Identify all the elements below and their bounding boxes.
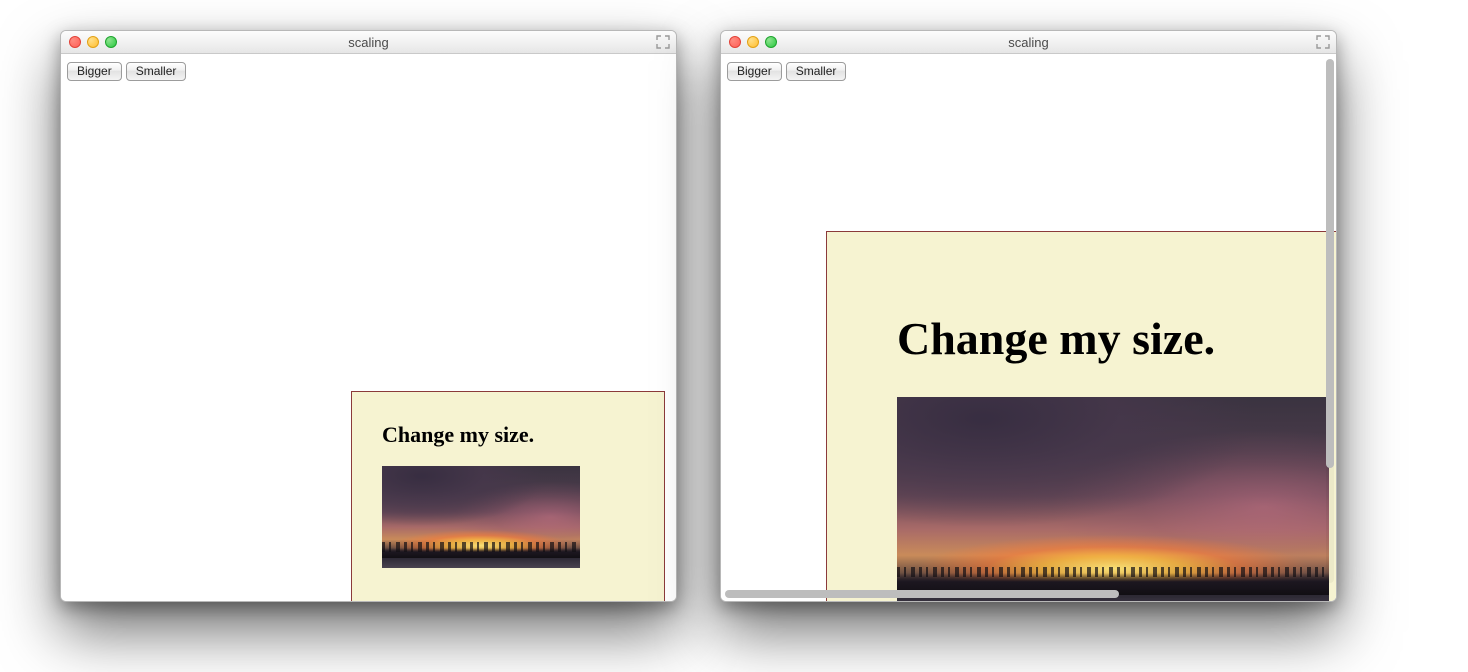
- sunset-photo: [897, 397, 1329, 601]
- window-title: scaling: [721, 35, 1336, 50]
- scrollbar-thumb[interactable]: [725, 590, 1119, 598]
- content-area: Change my size.: [61, 81, 676, 601]
- close-icon[interactable]: [69, 36, 81, 48]
- titlebar[interactable]: scaling: [61, 31, 676, 54]
- smaller-button[interactable]: Smaller: [786, 62, 847, 81]
- zoom-icon[interactable]: [765, 36, 777, 48]
- smaller-button[interactable]: Smaller: [126, 62, 187, 81]
- bigger-button[interactable]: Bigger: [727, 62, 782, 81]
- horizontal-scrollbar[interactable]: [725, 590, 1322, 598]
- resizable-panel: Change my size.: [826, 231, 1336, 601]
- window-title: scaling: [61, 35, 676, 50]
- titlebar[interactable]: scaling: [721, 31, 1336, 54]
- panel-heading: Change my size.: [897, 312, 1336, 365]
- panel-heading: Change my size.: [382, 422, 644, 448]
- content-area: Change my size.: [721, 81, 1336, 601]
- app-window: scaling Bigger Smaller Change my size.: [60, 30, 677, 602]
- minimize-icon[interactable]: [87, 36, 99, 48]
- app-window: scaling Bigger Smaller Change my size.: [720, 30, 1337, 602]
- sunset-photo: [382, 466, 580, 568]
- vertical-scrollbar[interactable]: [1326, 59, 1334, 583]
- fullscreen-icon[interactable]: [1316, 35, 1330, 49]
- close-icon[interactable]: [729, 36, 741, 48]
- scrollbar-thumb[interactable]: [1326, 59, 1334, 468]
- zoom-icon[interactable]: [105, 36, 117, 48]
- bigger-button[interactable]: Bigger: [67, 62, 122, 81]
- fullscreen-icon[interactable]: [656, 35, 670, 49]
- resizable-panel: Change my size.: [351, 391, 665, 601]
- minimize-icon[interactable]: [747, 36, 759, 48]
